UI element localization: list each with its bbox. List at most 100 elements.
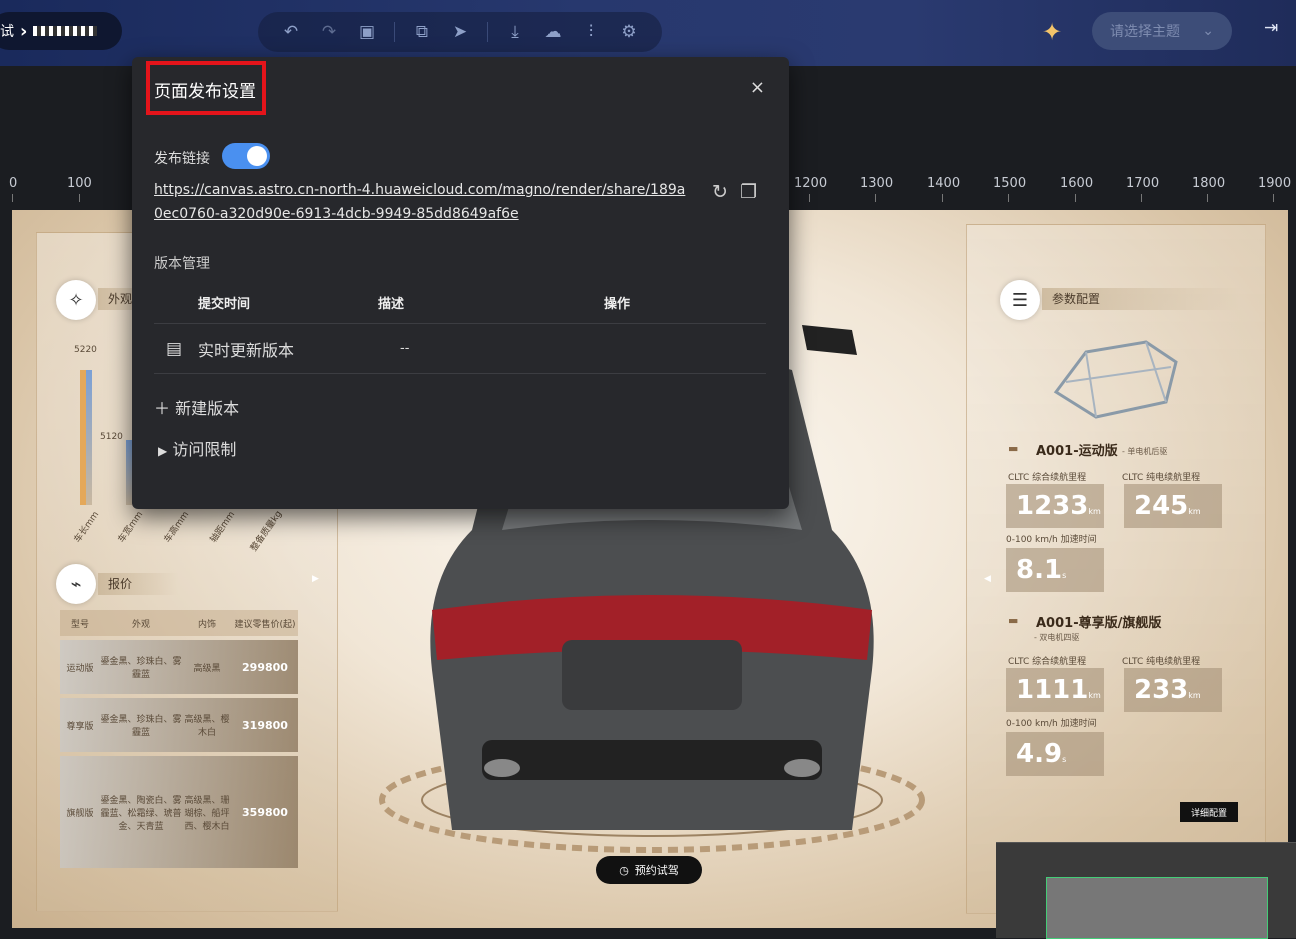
price-interior: 高级黑: [193, 663, 221, 674]
copy-icon[interactable]: ❐: [740, 181, 757, 203]
column-desc: 描述: [378, 296, 405, 312]
ruler-mark: [12, 194, 13, 202]
bar-value-2: 5120: [100, 432, 123, 442]
price-model: 旗舰版: [66, 808, 94, 819]
ruler-tick: 1500: [993, 176, 1027, 191]
price-header-cell: 建议零售价(起): [234, 619, 296, 630]
price-header-cell: 型号: [70, 619, 89, 630]
bar-value-1: 5220: [74, 345, 97, 355]
theme-select[interactable]: 请选择主题 ⌄: [1092, 12, 1232, 50]
publish-settings-dialog: 页面发布设置 × 发布链接 https://canvas.astro.cn-no…: [132, 57, 789, 509]
ruler-mark: [1141, 194, 1142, 202]
table-row: 旗舰版 鎏金黑、陶瓷白、雾霾蓝、松霜绿、琥普金、天青蓝 高级黑、珊瑚棕、船坪西、…: [60, 756, 298, 868]
toolbar-divider: [487, 22, 488, 42]
ruler-tick: 1600: [1060, 176, 1094, 191]
unit-km: km: [1188, 507, 1201, 516]
minimap[interactable]: [996, 842, 1296, 939]
price-model: 尊享版: [66, 721, 94, 732]
pure-value: 245: [1134, 491, 1189, 521]
column-time: 提交时间: [198, 296, 251, 312]
unit-km: km: [1088, 691, 1101, 700]
collapse-right-arrow-icon[interactable]: ◀: [984, 574, 991, 584]
adjust-icon[interactable]: ⫶: [580, 21, 602, 43]
download-icon[interactable]: ⤓: [504, 21, 526, 43]
send-icon[interactable]: ➤: [449, 21, 471, 43]
logout-icon[interactable]: ⇥: [1264, 18, 1278, 38]
toggle-knob: [247, 146, 267, 166]
pure-value-box: 245km: [1124, 484, 1222, 528]
ruler-mark: [809, 194, 810, 202]
cltc-label: CLTC 综合续航里程: [1008, 657, 1087, 667]
undo-icon[interactable]: ↶: [280, 21, 302, 43]
pure-label: CLTC 纯电续航里程: [1122, 473, 1201, 483]
price-model: 运动版: [66, 663, 94, 674]
price-value: 359800: [242, 805, 288, 819]
ruler-tick: 1800: [1192, 176, 1226, 191]
price-interior: 高级黑、樱木白: [184, 715, 230, 738]
test-drive-button[interactable]: ◷ 预约试驾: [596, 856, 702, 884]
pure-value-box: 233km: [1124, 668, 1222, 712]
plus-icon: ＋: [154, 399, 171, 418]
cltc-value-box: 1233km: [1006, 484, 1104, 528]
save-icon[interactable]: ▣: [356, 21, 378, 43]
pure-value: 233: [1134, 675, 1189, 705]
theme-planet-icon[interactable]: ✦: [1026, 14, 1078, 50]
cloud-upload-icon[interactable]: ☁: [542, 21, 564, 43]
new-version-label: 新建版本: [175, 399, 240, 418]
price-table-header: 型号 外观 内饰 建议零售价(起): [60, 610, 298, 636]
unit-km: km: [1188, 691, 1201, 700]
table-row[interactable]: ▤ 实时更新版本 --: [154, 324, 766, 374]
accel-value: 4.9: [1016, 739, 1063, 769]
price-table: 型号 外观 内饰 建议零售价(起) 运动版 鎏金黑、珍珠白、雾霾蓝 高级黑 29…: [60, 610, 298, 868]
price-value: 319800: [242, 718, 288, 732]
params-icon: ☰: [1000, 280, 1040, 320]
cltc-value: 1233: [1016, 491, 1089, 521]
collapse-left-arrow-icon[interactable]: ▶: [312, 574, 319, 584]
ruler-mark: [1273, 194, 1274, 202]
version-doc-icon: ▤: [166, 338, 183, 359]
accel-label: 0-100 km/h 加速时间: [1006, 535, 1097, 545]
table-row: 运动版 鎏金黑、珍珠白、雾霾蓝 高级黑 299800: [60, 640, 298, 694]
accel-value-box: 4.9s: [1006, 732, 1104, 776]
model-name: A001-运动版: [1036, 444, 1118, 459]
cltc-value: 1111: [1016, 675, 1089, 705]
publish-link[interactable]: https://canvas.astro.cn-north-4.huaweicl…: [154, 178, 689, 226]
pure-label: CLTC 纯电续航里程: [1122, 657, 1201, 667]
version-section-label: 版本管理: [154, 256, 210, 272]
accel-value: 8.1: [1016, 555, 1063, 585]
breadcrumb-prefix: 试: [0, 24, 14, 40]
vertical-ruler: [0, 202, 12, 938]
unit-s: s: [1062, 571, 1067, 580]
caret-right-icon: ▶: [158, 444, 168, 458]
column-action: 操作: [604, 296, 631, 312]
model-name: A001-尊享版/旗舰版: [1036, 616, 1162, 631]
ruler-mark: [875, 194, 876, 202]
access-label: 访问限制: [172, 440, 237, 459]
settings-page-icon[interactable]: ⚙: [618, 21, 640, 43]
ruler-mark: [1075, 194, 1076, 202]
ruler-tick: 1400: [927, 176, 961, 191]
close-icon[interactable]: ×: [750, 77, 765, 98]
version-table-header: 提交时间 描述 操作: [154, 281, 766, 324]
ruler-mark: [1008, 194, 1009, 202]
ruler-tick: 1900: [1258, 176, 1292, 191]
car-icon: ▬: [1008, 614, 1019, 627]
preview-icon[interactable]: ⧉: [411, 21, 433, 43]
model-sub: - 单电机后驱: [1122, 447, 1168, 456]
accel-value-box: 8.1s: [1006, 548, 1104, 592]
cltc-value-box: 1111km: [1006, 668, 1104, 712]
price-title: 报价: [98, 573, 178, 595]
ruler-tick: 1200: [794, 176, 828, 191]
minimap-viewport[interactable]: [1046, 877, 1268, 939]
price-value: 299800: [242, 660, 288, 674]
access-restriction-toggle[interactable]: ▶ 访问限制: [158, 436, 236, 460]
redo-icon[interactable]: ↷: [318, 21, 340, 43]
new-version-button[interactable]: ＋ 新建版本: [154, 395, 239, 419]
version-desc: --: [400, 341, 410, 356]
detail-config-button[interactable]: 详细配置: [1180, 802, 1238, 822]
refresh-icon[interactable]: ↻: [712, 181, 728, 203]
publish-toggle[interactable]: [222, 143, 270, 169]
breadcrumb[interactable]: 试 ›: [0, 12, 122, 50]
ruler-tick: 0: [9, 176, 18, 191]
accel-label: 0-100 km/h 加速时间: [1006, 719, 1097, 729]
